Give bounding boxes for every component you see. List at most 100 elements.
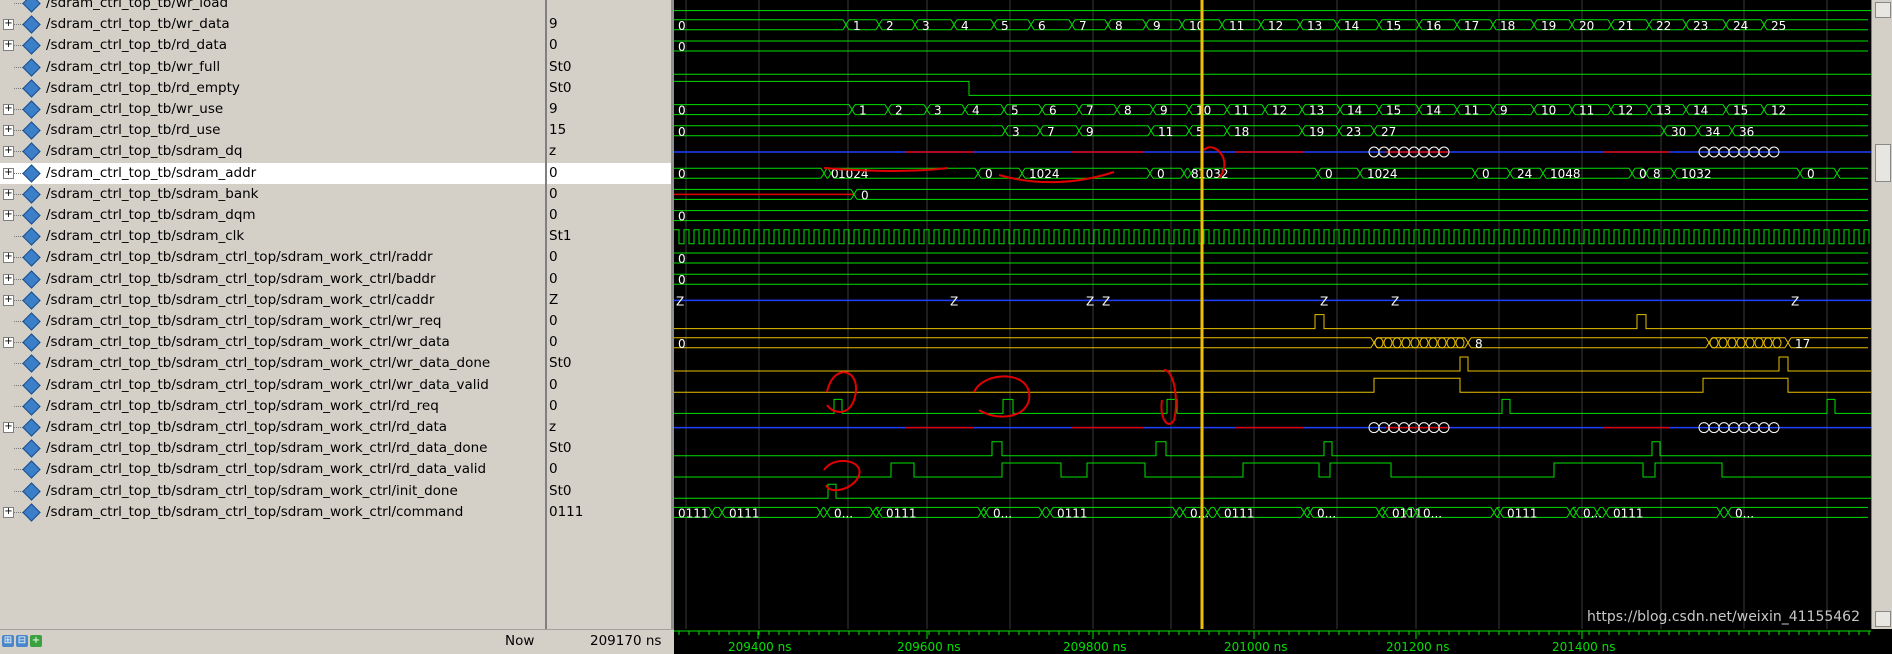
waveform-pane[interactable]: 0 1 2 3 4 5 6 7 8 9 10 11 12 13 14 15 16 17 18 19 20 21 22 23 24… (674, 0, 1871, 629)
signal-row[interactable]: + /sdram_ctrl_top_tb/sdram_ctrl_top/sdram… (0, 247, 545, 268)
expand-plus-icon[interactable]: + (3, 210, 14, 221)
signal-row[interactable]: /sdram_ctrl_top_tb/sdram_ctrl_top/sdram_… (0, 311, 545, 332)
signal-name: /sdram_ctrl_top_tb/rd_data (46, 37, 227, 54)
expand-plus-icon[interactable]: + (3, 506, 14, 518)
sdram-bank-wave-label: 0 (861, 188, 869, 202)
sdram-addr-wave-edge (823, 167, 828, 179)
signal-row[interactable]: + /sdram_ctrl_top_tb/rd_use (0, 120, 545, 141)
rd-use-wave-edge (1078, 125, 1083, 137)
signal-row[interactable]: /sdram_ctrl_top_tb/sdram_ctrl_top/sdram_… (0, 375, 545, 396)
sub-wr-data-wave-label: 17 (1795, 337, 1810, 351)
ruler-tick-label: 209800 ns (1063, 640, 1126, 653)
signal-row[interactable]: + /sdram_ctrl_top_tb/sdram_ctrl_top/sdram… (0, 290, 545, 311)
signal-values-pane: 9 0 St0 St0 9 15 z 0 0 0 St1 0 0 Z 0 0 St0 0 0 z St0 0 St0 0111 (547, 0, 671, 653)
signal-value: z (549, 419, 557, 435)
signal-value: St0 (549, 355, 572, 372)
waveform-canvas[interactable]: 0 1 2 3 4 5 6 7 8 9 10 11 12 13 14 15 16 17 18 19 20 21 22 23 24… (674, 0, 1871, 629)
signal-row[interactable]: + /sdram_ctrl_top_tb/wr_data (0, 14, 545, 35)
signal-row[interactable]: /sdram_ctrl_top_tb/wr_load (0, 0, 545, 14)
signal-row[interactable]: + /sdram_ctrl_top_tb/sdram_dqm (0, 205, 545, 226)
signal-diamond-icon (22, 206, 41, 225)
signal-name: /sdram_ctrl_top_tb/sdram_ctrl_top/sdram_… (46, 461, 487, 478)
wr-data-wave-edge (1456, 19, 1461, 31)
signal-diamond-icon (22, 248, 41, 268)
scroll-down-arrow-icon[interactable] (1875, 611, 1891, 627)
signal-row[interactable]: /sdram_ctrl_top_tb/sdram_ctrl_top/sdram_… (0, 481, 545, 502)
command-wave-label: 0111 (886, 506, 917, 520)
expand-plus-icon[interactable]: + (3, 422, 14, 433)
command-wave-edge (1384, 507, 1389, 518)
signal-row[interactable]: /sdram_ctrl_top_tb/sdram_clk (0, 226, 545, 247)
signal-diamond-icon (22, 142, 41, 162)
signal-row[interactable]: + /sdram_ctrl_top_tb/wr_use (0, 99, 545, 120)
sdram-addr-wave-edge (1836, 167, 1841, 179)
caddr-label: Z (676, 294, 684, 308)
scroll-up-arrow-icon[interactable] (1875, 2, 1891, 18)
command-wave-edge (826, 507, 831, 518)
signal-name: /sdram_ctrl_top_tb/sdram_bank (46, 185, 259, 202)
signal-row[interactable]: + /sdram_ctrl_top_tb/sdram_dq (0, 141, 545, 162)
rd-data-valid-wave (674, 462, 1871, 478)
signal-value: 0 (549, 185, 558, 202)
wr-data-wave-label: 16 (1426, 19, 1441, 33)
signal-row[interactable]: + /sdram_ctrl_top_tb/sdram_ctrl_top/sdram… (0, 269, 545, 290)
command-wave-edge (1303, 507, 1308, 518)
expand-plus-icon[interactable]: + (3, 146, 14, 158)
now-value: 209170 ns (590, 633, 662, 649)
expand-plus-icon[interactable]: + (3, 252, 14, 264)
signal-row[interactable]: + /sdram_ctrl_top_tb/sdram_ctrl_top/sdram… (0, 417, 545, 438)
sdram-addr-wave-label: 1024 (1367, 167, 1398, 181)
wr-data-wave-label: 7 (1079, 19, 1087, 33)
expand-plus-icon[interactable]: + (3, 167, 14, 179)
expand-plus-icon[interactable]: + (3, 104, 14, 115)
expand-plus-icon[interactable]: + (3, 40, 14, 52)
wr-data-wave-label: 4 (961, 19, 969, 33)
wr-use-wave-edge (1003, 104, 1008, 115)
wr-use-wave-label: 9 (1160, 104, 1168, 118)
expand-plus-icon[interactable]: + (3, 294, 14, 306)
signal-diamond-icon (22, 375, 41, 395)
sub-wr-data-burst (1419, 337, 1429, 349)
signal-row[interactable]: /sdram_ctrl_top_tb/sdram_ctrl_top/sdram_… (0, 396, 545, 417)
sub-wr-data-burst (1392, 337, 1402, 349)
expand-plus-icon[interactable]: + (3, 19, 14, 31)
signal-row[interactable]: + /sdram_ctrl_top_tb/sdram_ctrl_top/sdram… (0, 332, 545, 353)
expand-plus-icon[interactable]: + (3, 337, 14, 349)
signal-row[interactable]: + /sdram_ctrl_top_tb/sdram_ctrl_top/sdram… (0, 502, 545, 523)
signal-row[interactable]: /sdram_ctrl_top_tb/sdram_ctrl_top/sdram_… (0, 438, 545, 459)
signal-row[interactable]: /sdram_ctrl_top_tb/sdram_ctrl_top/sdram_… (0, 459, 545, 480)
add-cursor-icon[interactable]: + (30, 635, 42, 647)
signal-row[interactable]: + /sdram_ctrl_top_tb/sdram_addr (0, 162, 545, 184)
sub-wr-data-burst (1772, 337, 1782, 349)
signal-row[interactable]: /sdram_ctrl_top_tb/rd_empty (0, 78, 545, 99)
vertical-scrollbar[interactable] (1871, 0, 1892, 629)
signal-row[interactable]: /sdram_ctrl_top_tb/sdram_ctrl_top/sdram_… (0, 353, 545, 374)
wr-use-wave-label: 11 (1579, 104, 1594, 118)
wr-data-wave-edge (1492, 19, 1497, 31)
wr-use-wave-edge (964, 104, 969, 115)
time-ruler-canvas: 209400 ns 209600 ns 209800 ns 201000 ns 2012… (674, 630, 1871, 653)
rd-use-wave-edge (1039, 125, 1044, 137)
signal-row[interactable]: + /sdram_ctrl_top_tb/sdram_bank (0, 184, 545, 205)
signal-name: /sdram_ctrl_top_tb/sdram_ctrl_top/sdram_… (46, 376, 489, 393)
zoom-icon[interactable]: ⊞ (2, 635, 14, 647)
wr-data-wave-edge (1685, 19, 1690, 31)
cursor-lock-icon[interactable]: ⊟ (16, 635, 28, 647)
sub-wr-data-burst (1383, 337, 1393, 349)
wr-use-wave-label: 7 (1086, 104, 1094, 118)
scroll-thumb[interactable] (1875, 144, 1891, 182)
wr-data-wave-label: 15 (1386, 19, 1401, 33)
signal-name: /sdram_ctrl_top_tb/rd_empty (46, 79, 240, 96)
rd-data-done-wave (674, 441, 1871, 457)
signal-name: /sdram_ctrl_top_tb/sdram_dq (46, 143, 243, 160)
command-wave-edge (1309, 507, 1314, 518)
signal-value: 0 (549, 461, 558, 478)
expand-plus-icon[interactable]: + (3, 125, 14, 137)
caddr-label: Z (950, 294, 958, 308)
expand-plus-icon[interactable]: + (3, 188, 14, 200)
signal-name: /sdram_ctrl_top_tb/rd_use (46, 122, 221, 139)
signal-name: /sdram_ctrl_top_tb/sdram_ctrl_top/sdram_… (46, 291, 435, 308)
signal-row[interactable]: /sdram_ctrl_top_tb/wr_full (0, 57, 545, 78)
signal-row[interactable]: + /sdram_ctrl_top_tb/rd_data (0, 35, 545, 56)
expand-plus-icon[interactable]: + (3, 273, 14, 285)
